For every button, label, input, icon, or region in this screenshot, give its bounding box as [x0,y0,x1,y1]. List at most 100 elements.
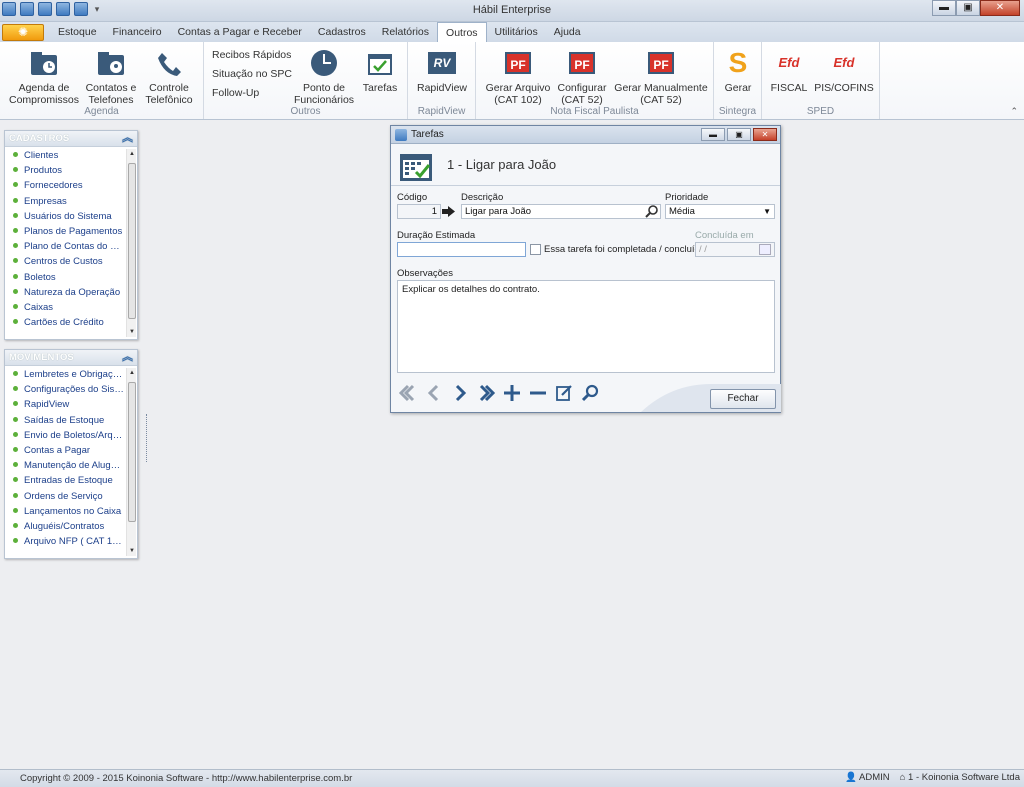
recibos-rapidos-button[interactable]: Recibos Rápidos [212,49,291,61]
sped-fiscal-button[interactable]: Efd FISCAL [768,48,810,94]
first-record-icon[interactable] [397,383,419,403]
search-icon[interactable] [645,205,659,218]
tab-outros[interactable]: Outros [437,22,487,43]
scroll-up-icon[interactable]: ▲ [127,149,137,159]
codigo-field[interactable]: 1 [397,204,441,219]
scroll-down-icon[interactable]: ▼ [127,546,137,556]
list-item[interactable]: Caixas [5,300,125,315]
dialog-maximize-button[interactable]: ▣ [727,128,751,141]
list-item[interactable]: Usuários do Sistema [5,209,125,224]
tab-relatorios[interactable]: Relatórios [374,22,437,42]
status-bar: Copyright © 2009 - 2015 Koinonia Softwar… [0,769,1024,787]
efd-badge-1: Efd [778,55,800,70]
prioridade-select[interactable]: Média ▼ [665,204,775,219]
collapse-chevron-icon[interactable]: ︽ [121,351,134,364]
ribbon-tabs: Estoque Financeiro Contas a Pagar e Rece… [50,22,589,43]
tab-utilitarios[interactable]: Utilitários [487,22,546,42]
descricao-label: Descrição [461,192,504,203]
scrollbar[interactable]: ▲ ▼ [126,149,136,337]
list-item[interactable]: Empresas [5,194,125,209]
sintegra-gerar-button[interactable]: S Gerar [718,48,758,95]
agenda-compromissos-button[interactable]: Agenda de Compromissos [8,48,80,106]
duracao-label: Duração Estimada [397,230,476,241]
list-item[interactable]: Entradas de Estoque [5,473,125,488]
close-dialog-button[interactable]: Fechar [710,389,776,409]
collapse-ribbon-icon[interactable]: ⌃ [1010,106,1018,117]
scroll-up-icon[interactable]: ▲ [127,368,137,378]
tab-ajuda[interactable]: Ajuda [546,22,589,42]
copyright-text: Copyright © 2009 - 2015 Koinonia Softwar… [20,773,353,784]
configurar-cat52-button[interactable]: PF Configurar (CAT 52) [556,48,608,106]
list-item[interactable]: Manutenção de Alugué... [5,458,125,473]
sped-pis-cofins-button[interactable]: Efd PIS/COFINS [814,48,874,94]
list-item[interactable]: Configurações do Siste... [5,382,125,397]
scrollbar[interactable]: ▲ ▼ [126,368,136,556]
controle-telefonico-button[interactable]: Controle Telefônico [142,48,196,106]
tarefas-button[interactable]: Tarefas [360,48,400,94]
agenda-label-1: Agenda de [18,82,70,94]
company-name: 1 - Koinonia Software Ltda [908,772,1020,783]
descricao-field[interactable]: Ligar para João [461,204,661,219]
list-item[interactable]: Saídas de Estoque [5,413,125,428]
list-item[interactable]: Clientes [5,148,125,163]
last-record-icon[interactable] [475,383,497,403]
list-item[interactable]: Contas a Pagar [5,443,125,458]
next-record-icon[interactable] [449,383,471,403]
tab-financeiro[interactable]: Financeiro [105,22,170,42]
maximize-button[interactable]: ▣ [956,0,980,16]
list-item[interactable]: Produtos [5,163,125,178]
dialog-title-bar[interactable]: Tarefas ▬ ▣ ✕ [391,126,780,144]
follow-up-button[interactable]: Follow-Up [212,87,259,99]
gerar-manualmente-cat52-button[interactable]: PF Gerar Manualmente (CAT 52) [614,48,708,106]
close-button[interactable]: ✕ [980,0,1020,16]
list-item[interactable]: Ordens de Serviço [5,489,125,504]
window-controls: ▬ ▣ ✕ [932,0,1020,16]
list-item[interactable]: Cartões de Crédito [5,315,125,330]
tab-estoque[interactable]: Estoque [50,22,105,42]
app-menu-button[interactable]: ✺ [2,24,44,41]
add-record-icon[interactable] [501,383,523,403]
list-item[interactable]: Centros de Custos [5,254,125,269]
search-record-icon[interactable] [579,383,601,403]
arrow-right-icon[interactable] [441,204,456,219]
edit-record-icon[interactable] [553,383,575,403]
list-item[interactable]: Lembretes e Obrigaçõ... [5,367,125,382]
phone-icon [154,48,184,78]
rv-badge: RV [428,52,456,74]
list-item[interactable]: Aluguéis/Contratos [5,519,125,534]
duracao-field[interactable] [397,242,526,257]
list-item[interactable]: Fornecedores [5,178,125,193]
tab-cadastros[interactable]: Cadastros [310,22,374,42]
completed-checkbox[interactable] [530,244,541,255]
minimize-button[interactable]: ▬ [932,0,956,16]
list-item[interactable]: Planos de Pagamentos [5,224,125,239]
scroll-thumb[interactable] [128,382,136,522]
scroll-down-icon[interactable]: ▼ [127,327,137,337]
list-item[interactable]: Plano de Contas do Ca... [5,239,125,254]
rapidview-label: RapidView [416,82,467,94]
panel-splitter[interactable] [141,414,147,462]
movimentos-header[interactable]: MOVIMENTOS ︽ [5,350,137,366]
rapidview-button[interactable]: RV RapidView [412,48,472,94]
list-item[interactable]: Natureza da Operação [5,285,125,300]
previous-record-icon[interactable] [423,383,445,403]
dialog-window-controls: ▬ ▣ ✕ [701,128,777,141]
list-item[interactable]: Envio de Boletos/Arqui... [5,428,125,443]
list-item[interactable]: Boletos [5,270,125,285]
list-item[interactable]: RapidView [5,397,125,412]
situacao-spc-button[interactable]: Situação no SPC [212,68,292,80]
delete-record-icon[interactable] [527,383,549,403]
scroll-thumb[interactable] [128,163,136,319]
tab-contas[interactable]: Contas a Pagar e Receber [170,22,310,42]
dialog-close-button[interactable]: ✕ [753,128,777,141]
date-picker-icon[interactable] [759,244,771,255]
list-item[interactable]: Lançamentos no Caixa [5,504,125,519]
ponto-funcionarios-button[interactable]: Ponto de Funcionários [292,48,356,106]
contatos-telefones-button[interactable]: Contatos e Telefones [84,48,138,106]
list-item[interactable]: Arquivo NFP ( CAT 102... [5,534,125,549]
observacoes-textarea[interactable]: Explicar os detalhes do contrato. [397,280,775,373]
collapse-chevron-icon[interactable]: ︽ [121,132,134,145]
cadastros-header[interactable]: CADASTROS ︽ [5,131,137,147]
gerar-arquivo-cat102-button[interactable]: PF Gerar Arquivo (CAT 102) [484,48,552,106]
dialog-minimize-button[interactable]: ▬ [701,128,725,141]
